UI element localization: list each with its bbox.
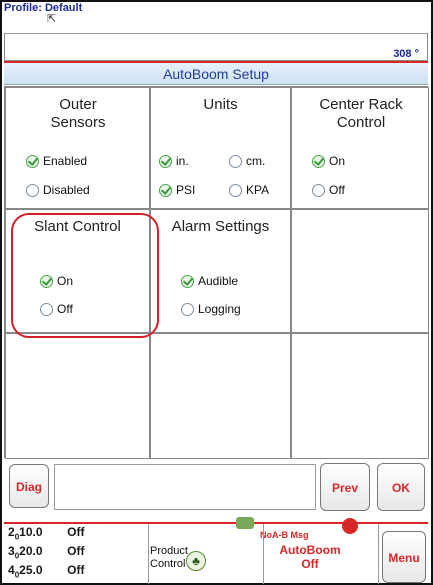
center-rack-control-title: Center Rack Control <box>319 96 403 131</box>
radio-unchecked-icon <box>229 154 242 168</box>
autoboom-status-line2: Off <box>301 557 319 571</box>
prev-button[interactable]: Prev <box>320 463 370 511</box>
alarm-settings-cell: Alarm Settings Audible Logging <box>150 209 291 333</box>
option-label: Disabled <box>43 183 90 197</box>
empty-cell <box>291 209 429 333</box>
center-rack-control-cell: Center Rack Control On Off <box>291 87 429 209</box>
units-kpa-option[interactable]: KPA <box>229 183 269 197</box>
rate-state: Off <box>67 525 85 539</box>
option-label: in. <box>176 154 189 168</box>
product-control-label[interactable]: Product Control <box>150 545 190 571</box>
rate-row[interactable]: 4025.0 Off <box>8 563 84 579</box>
footer-separator <box>263 524 264 584</box>
radio-checked-icon <box>312 154 325 168</box>
footer-divider <box>4 522 428 524</box>
radio-checked-icon <box>159 183 172 197</box>
radio-checked-icon <box>159 154 172 168</box>
units-cell: Units in. cm. PSI KPA <box>150 87 291 209</box>
center-rack-off-option[interactable]: Off <box>312 183 345 197</box>
heading-value: 308 ° <box>393 48 419 60</box>
outer-sensors-enabled-option[interactable]: Enabled <box>26 154 87 168</box>
radio-unchecked-icon <box>181 302 194 316</box>
diag-button[interactable]: Diag <box>9 464 49 508</box>
slant-control-highlight <box>11 213 159 338</box>
rate-value: 20.0 <box>19 544 43 558</box>
footer-separator <box>378 524 379 584</box>
product-control-icon[interactable]: ♣ <box>186 551 206 571</box>
profile-bar[interactable]: Profile: Default <box>4 2 428 16</box>
profile-label: Profile: <box>4 2 42 14</box>
option-label: cm. <box>246 154 266 168</box>
rate-row[interactable]: 2010.0 Off <box>8 525 84 541</box>
option-label: Off <box>329 183 345 197</box>
option-label: Enabled <box>43 154 88 168</box>
radio-unchecked-icon <box>26 183 39 197</box>
outer-sensors-disabled-option[interactable]: Disabled <box>26 183 90 197</box>
page-title: AutoBoom Setup <box>4 63 428 85</box>
cursor-icon: ⇱ <box>47 13 57 25</box>
rate-index: 2 <box>8 525 15 539</box>
empty-cell <box>150 333 291 459</box>
rate-state: Off <box>67 563 85 577</box>
button-bar-spacer <box>54 464 316 510</box>
noab-message: NoA-B Msg <box>260 530 309 540</box>
status-footer: 2010.0 Off 3020.0 Off 4025.0 Off NoA-B Msg … <box>4 512 428 582</box>
alarm-settings-title: Alarm Settings <box>171 218 270 235</box>
option-label: PSI <box>176 183 196 197</box>
boom-status-icon <box>236 517 254 529</box>
rate-value: 25.0 <box>19 563 43 577</box>
radio-unchecked-icon <box>312 183 325 197</box>
alert-indicator-icon <box>342 518 358 534</box>
rate-index: 4 <box>8 563 15 577</box>
outer-sensors-title: Outer Sensors <box>50 96 106 131</box>
radio-unchecked-icon <box>229 183 242 197</box>
empty-cell <box>5 333 150 459</box>
autoboom-status-button[interactable]: AutoBoom Off <box>266 543 354 571</box>
empty-cell <box>291 333 429 459</box>
option-label: Audible <box>198 274 239 288</box>
autoboom-status-line1: AutoBoom <box>279 543 341 557</box>
rate-value: 10.0 <box>19 525 43 539</box>
units-title: Units <box>203 96 238 113</box>
units-psi-option[interactable]: PSI <box>159 183 195 197</box>
ok-button[interactable]: OK <box>377 463 425 511</box>
menu-button[interactable]: Menu <box>382 531 426 583</box>
outer-sensors-cell: Outer Sensors Enabled Disabled <box>5 87 150 209</box>
alarm-logging-option[interactable]: Logging <box>181 302 241 316</box>
option-label: On <box>329 154 346 168</box>
units-cm-option[interactable]: cm. <box>229 154 265 168</box>
alarm-audible-option[interactable]: Audible <box>181 274 238 288</box>
option-label: Logging <box>198 302 241 316</box>
center-rack-on-option[interactable]: On <box>312 154 345 168</box>
radio-checked-icon <box>181 274 194 288</box>
units-in-option[interactable]: in. <box>159 154 189 168</box>
rate-state: Off <box>67 544 85 558</box>
footer-separator <box>148 524 149 584</box>
rate-row[interactable]: 3020.0 Off <box>8 544 84 560</box>
heading-field: 308 ° <box>4 33 428 61</box>
rate-index: 3 <box>8 544 15 558</box>
option-label: KPA <box>246 183 270 197</box>
radio-checked-icon <box>26 154 39 168</box>
